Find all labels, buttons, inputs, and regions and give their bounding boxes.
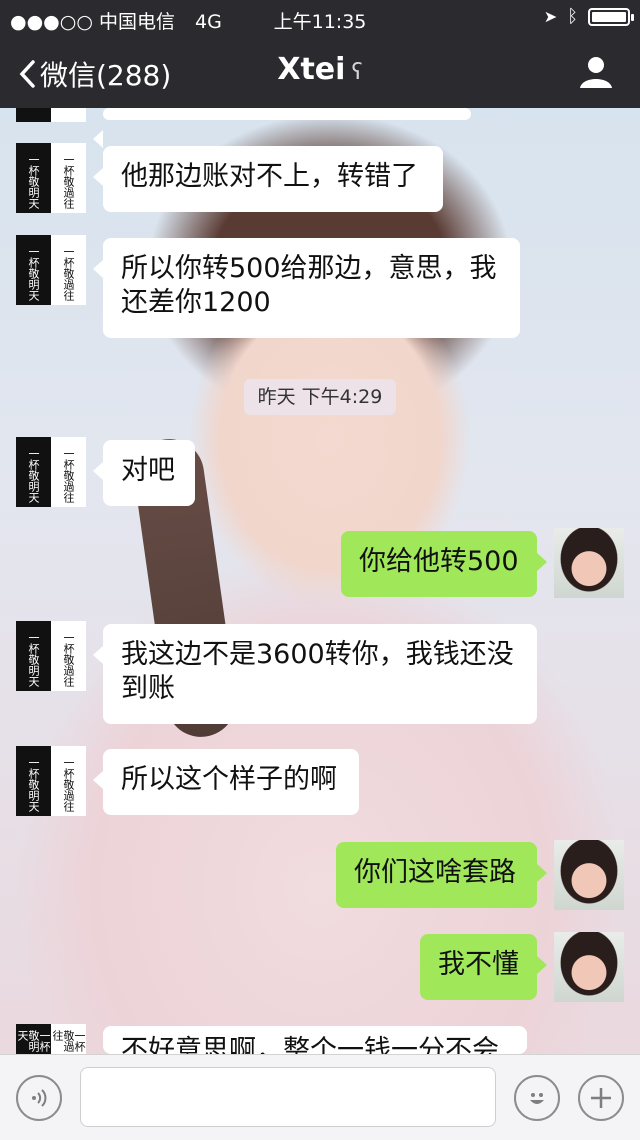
- message-bubble-incoming: 不好意思啊，整个一钱一分不会: [103, 1026, 527, 1054]
- message-bubble-incoming: 我这边不是3600转你，我钱还没到账: [93, 624, 537, 724]
- message-text: 我不懂: [438, 949, 519, 980]
- message-text: 对吧: [121, 455, 175, 486]
- status-bar: ●●●○○ 中国电信 4G 上午11:35 ➤ ᛒ: [0, 0, 640, 36]
- chat-title-text: Xtei: [277, 52, 346, 87]
- avatar-text-right: 一杯敬過往: [62, 756, 75, 812]
- message-text: 不好意思啊，整个一钱一分不会: [121, 1035, 499, 1054]
- message-text: 所以这个样子的啊: [121, 764, 337, 795]
- user-avatar[interactable]: [554, 840, 624, 910]
- battery-icon: [588, 7, 634, 26]
- avatar-text-left: 一杯敬明天: [27, 631, 40, 687]
- message-bubble-incoming: 对吧: [93, 440, 195, 506]
- plus-button[interactable]: [578, 1075, 624, 1121]
- contact-avatar[interactable]: 一杯敬明天 一杯敬過往: [16, 621, 86, 691]
- status-right: ➤ ᛒ: [543, 6, 634, 27]
- bluetooth-icon: ᛒ: [567, 6, 578, 27]
- nav-bar: 微信(288) Xtei ʕ: [0, 36, 640, 108]
- emoji-icon: [530, 1093, 544, 1104]
- user-avatar[interactable]: [554, 528, 624, 598]
- avatar-text-left: 一杯敬明天: [16, 1030, 51, 1052]
- avatar-text-left: 一杯敬明天: [27, 756, 40, 812]
- avatar-text-right: 一杯敬過往: [62, 447, 75, 503]
- contact-avatar[interactable]: 一杯敬明天 一杯敬過往: [16, 235, 86, 305]
- contact-avatar[interactable]: 一杯敬明天 一杯敬過往: [16, 1024, 86, 1054]
- input-bar: [0, 1054, 640, 1140]
- message-text: 你们这啥套路: [354, 857, 516, 888]
- emoji-button[interactable]: [514, 1075, 560, 1121]
- avatar-text-right: 一杯敬過往: [62, 631, 75, 687]
- message-bubble-partial: [93, 108, 471, 148]
- message-bubble-incoming: 所以你转500给那边，意思，我还差你1200: [93, 238, 520, 338]
- avatar-text-left: 一杯敬明天: [27, 447, 40, 503]
- contact-avatar[interactable]: [16, 108, 86, 122]
- message-text: 所以你转500给那边，意思，我还差你1200: [121, 253, 497, 318]
- message-bubble-outgoing: 你们这啥套路: [336, 842, 547, 908]
- message-bubble-outgoing: 我不懂: [420, 934, 547, 1000]
- message-text: 我这边不是3600转你，我钱还没到账: [121, 639, 514, 704]
- plus-icon: [591, 1088, 611, 1108]
- avatar-text-right: 一杯敬過往: [62, 153, 75, 209]
- message-bubble-outgoing: 你给他转500: [341, 531, 547, 597]
- avatar-text-right: 一杯敬過往: [51, 1030, 86, 1052]
- user-avatar[interactable]: [554, 932, 624, 1002]
- location-icon: ➤: [543, 7, 558, 26]
- avatar-text-right: 一杯敬過往: [62, 245, 75, 301]
- contact-avatar[interactable]: 一杯敬明天 一杯敬過往: [16, 746, 86, 816]
- avatar-text-left: 一杯敬明天: [27, 245, 40, 301]
- voice-icon: [32, 1089, 47, 1107]
- top-bar: ●●●○○ 中国电信 4G 上午11:35 ➤ ᛒ 微信(288) Xtei ʕ: [0, 0, 640, 108]
- profile-icon[interactable]: [578, 54, 614, 90]
- timestamp-separator: 昨天 下午4:29: [244, 379, 396, 415]
- battery-fill: [592, 11, 626, 22]
- message-text: 你给他转500: [359, 546, 519, 577]
- chat-title: Xtei ʕ: [0, 52, 640, 87]
- message-input[interactable]: [80, 1067, 496, 1127]
- contact-avatar[interactable]: 一杯敬明天 一杯敬過往: [16, 143, 86, 213]
- message-bubble-incoming: 他那边账对不上，转错了: [93, 146, 443, 212]
- contact-avatar[interactable]: 一杯敬明天 一杯敬過往: [16, 437, 86, 507]
- avatar-text-left: 一杯敬明天: [27, 153, 40, 209]
- earpiece-mode-icon: ʕ: [351, 60, 363, 85]
- voice-button[interactable]: [16, 1075, 62, 1121]
- message-bubble-incoming: 所以这个样子的啊: [93, 749, 359, 815]
- message-text: 他那边账对不上，转错了: [121, 161, 418, 192]
